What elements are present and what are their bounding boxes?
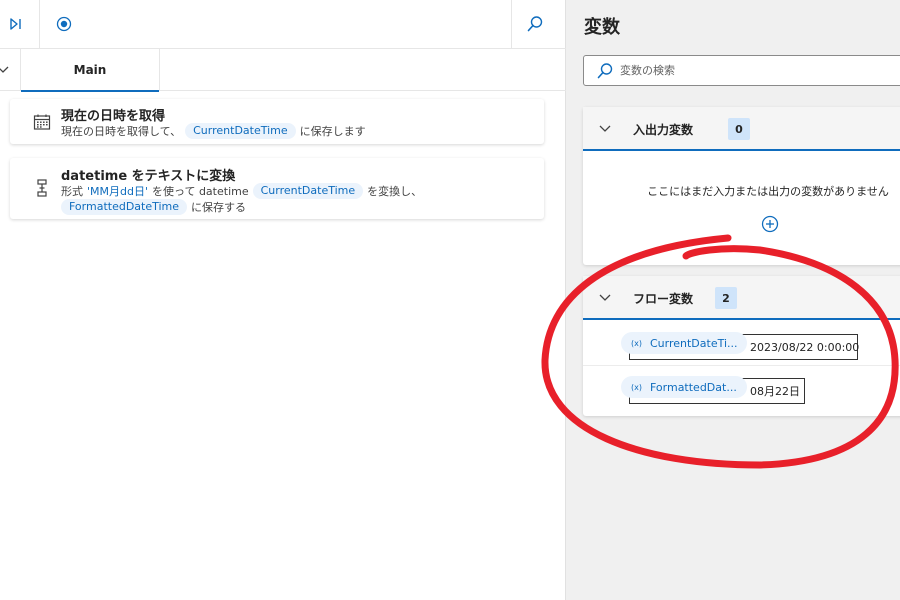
variable-name: CurrentDateTi... [649,336,738,350]
flow-variables-panel: フロー変数 2 2023/08/22 0:00:00 (x) CurrentDa… [583,276,900,416]
io-variables-header[interactable]: 入出力変数 0 [583,107,900,151]
variable-type-icon: (x) [631,382,642,392]
flow-designer-pane: Main 現在の日時を取得 現在の日時を取得して、 CurrentDateTim… [0,0,566,600]
flow-variables-count: 2 [715,287,737,309]
search-button[interactable] [519,8,551,40]
record-button[interactable] [48,8,80,40]
action-description-line1: 形式 'MM月dd日' を使って datetime CurrentDateTim… [61,183,422,199]
action-description: 現在の日時を取得して、 CurrentDateTime に保存します [61,123,366,139]
toolbar-separator [511,0,512,49]
action-desc-text: を変換し、 [367,185,423,198]
io-variables-panel: 入出力変数 0 ここにはまだ入力または出力の変数がありません [583,107,900,265]
flow-variables-title: フロー変数 [633,292,694,306]
chevron-down-icon[interactable] [0,63,10,77]
convert-icon [32,178,52,198]
action-desc-text: に保存します [299,125,366,138]
variable-row[interactable]: 08月22日 (x) FormattedDat... [583,366,900,410]
toolbar [0,0,566,49]
format-string: 'MM月dd日' [87,185,148,198]
action-desc-text: 形式 [61,185,83,198]
variable-chip[interactable]: CurrentDateTime [252,183,364,199]
variable-chip[interactable]: (x) CurrentDateTi... [621,332,747,354]
io-variables-title: 入出力変数 [633,123,694,137]
action-desc-text: 現在の日時を取得して、 [61,125,182,138]
calendar-icon [32,112,52,132]
step-over-button[interactable] [0,8,32,40]
action-convert-datetime-to-text[interactable]: datetime をテキストに変換 形式 'MM月dd日' を使って datet… [10,158,544,219]
step-over-icon [10,18,21,30]
action-desc-text: を使って datetime [152,185,249,198]
action-title: 現在の日時を取得 [61,109,166,124]
action-description-line2: FormattedDateTime に保存する [61,199,246,215]
variable-chip[interactable]: CurrentDateTime [185,123,296,139]
add-circle-icon[interactable] [761,215,779,233]
variable-type-icon: (x) [631,338,642,348]
variable-search-box[interactable] [583,55,900,86]
record-icon [56,16,72,32]
action-desc-text: に保存する [191,201,247,214]
chevron-down-icon[interactable] [597,290,613,306]
variable-chip[interactable]: (x) FormattedDat... [621,376,747,398]
action-get-current-datetime[interactable]: 現在の日時を取得 現在の日時を取得して、 CurrentDateTime に保存… [10,99,544,144]
variables-pane-title: 変数 [584,17,620,38]
variable-name: FormattedDat... [649,380,737,394]
toolbar-separator [39,0,40,49]
chevron-down-icon[interactable] [597,121,613,137]
search-icon [527,16,543,32]
tab-main[interactable]: Main [20,49,160,92]
io-empty-message: ここにはまだ入力または出力の変数がありません [647,185,889,198]
variable-search-input[interactable] [620,64,880,77]
search-icon [596,62,614,80]
action-title: datetime をテキストに変換 [61,169,236,184]
io-variables-count: 0 [728,118,750,140]
variable-row[interactable]: 2023/08/22 0:00:00 (x) CurrentDateTi... [583,322,900,366]
variables-pane: 変数 入出力変数 0 ここにはまだ入力または出力の変数がありません [566,0,900,600]
flow-variables-header[interactable]: フロー変数 2 [583,276,900,320]
subflow-tabs: Main [0,49,566,92]
variable-chip[interactable]: FormattedDateTime [61,199,188,215]
